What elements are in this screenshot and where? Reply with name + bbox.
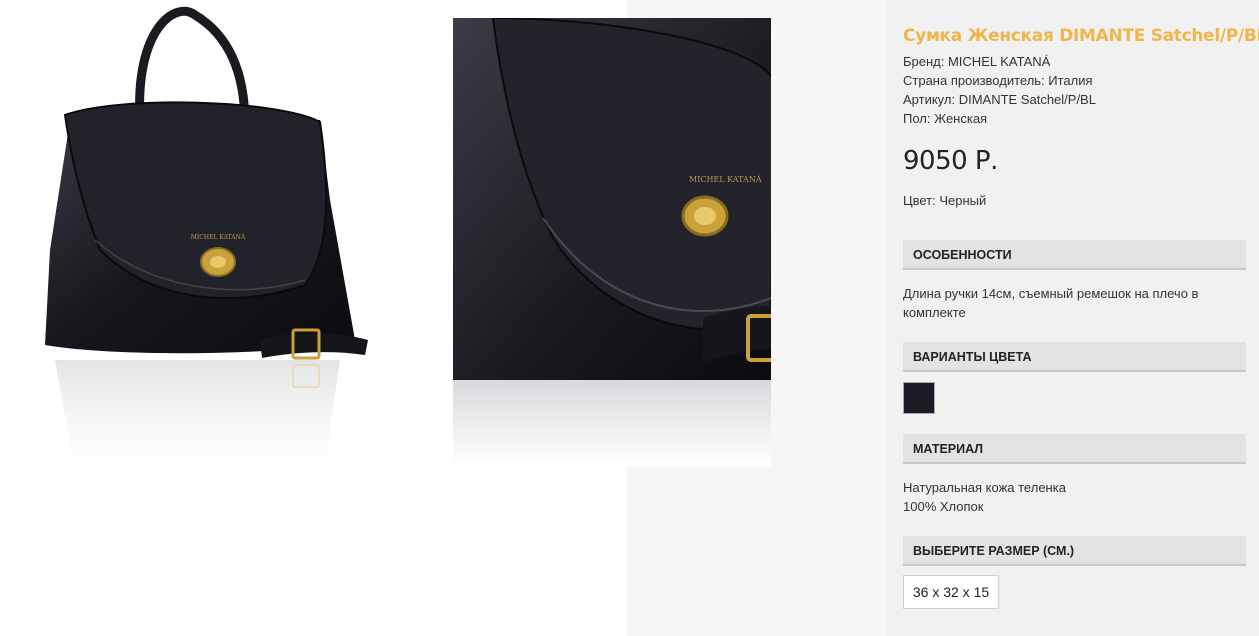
product-title: Сумка Женская DIMANTE Satchel/P/BL — [903, 26, 1259, 46]
material-line-1: Натуральная кожа теленка — [903, 480, 1066, 495]
country-line: Страна производитель: Италия — [903, 73, 1093, 88]
zoom-image-viewer[interactable]: MICHEL KATANÁ — [453, 18, 771, 466]
features-text: Длина ручки 14см, съемный ремешок на пле… — [903, 286, 1199, 320]
product-info-panel: Сумка Женская DIMANTE Satchel/P/BL Бренд… — [887, 0, 1259, 636]
product-gallery: MICHEL KATANÁ MICHEL KATANÁ — [0, 0, 887, 636]
material-section-heading[interactable]: МАТЕРИАЛ — [903, 434, 1246, 464]
zoom-brand-logo-text: MICHEL KATANÁ — [689, 175, 762, 184]
features-section-heading[interactable]: ОСОБЕННОСТИ — [903, 240, 1246, 270]
brand-logo-text: MICHEL KATANÁ — [191, 234, 246, 241]
material-text: Натуральная кожа теленка 100% Хлопок — [903, 478, 1233, 516]
color-variants-section-heading[interactable]: ВАРИАНТЫ ЦВЕТА — [903, 342, 1246, 372]
size-section-heading[interactable]: ВЫБЕРИТЕ РАЗМЕР (СМ.) — [903, 536, 1246, 566]
product-price: 9050 Р. — [903, 146, 998, 176]
material-line-2: 100% Хлопок — [903, 499, 984, 514]
product-meta: Бренд: MICHEL KATANÁ Страна производител… — [903, 52, 1096, 128]
main-product-image[interactable]: MICHEL KATANÁ — [0, 0, 440, 520]
zoom-product-image: MICHEL KATANÁ — [453, 18, 771, 466]
sku-line: Артикул: DIMANTE Satchel/P/BL — [903, 92, 1096, 107]
color-line: Цвет: Черный — [903, 193, 987, 208]
color-swatch-black[interactable] — [903, 382, 935, 414]
gender-line: Пол: Женская — [903, 111, 988, 126]
size-option[interactable]: 36 x 32 x 15 — [903, 575, 999, 609]
brand-line: Бренд: MICHEL KATANÁ — [903, 54, 1051, 69]
